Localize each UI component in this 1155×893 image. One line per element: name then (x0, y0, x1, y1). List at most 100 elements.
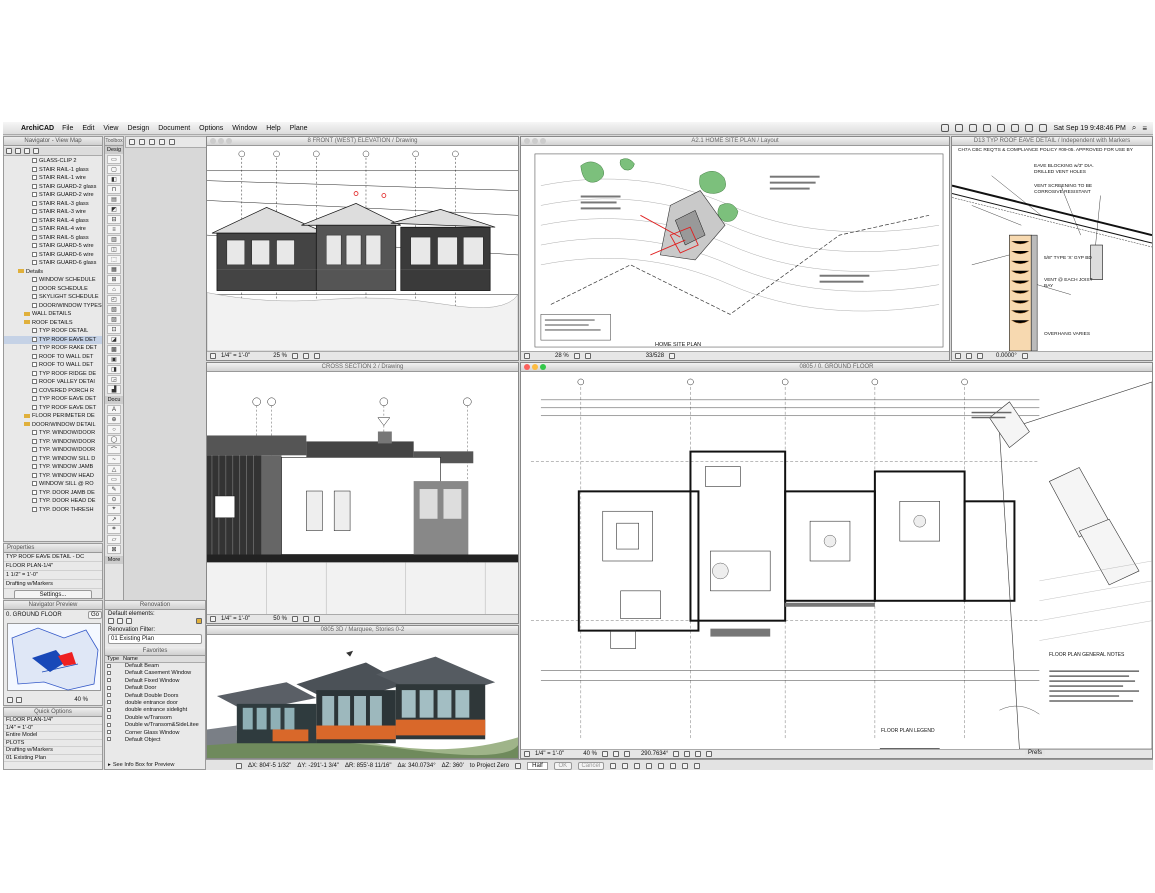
time-machine-icon[interactable] (983, 124, 992, 132)
section-drawing[interactable] (207, 372, 518, 614)
publisher-icon[interactable] (33, 148, 39, 154)
properties-row[interactable]: FLOOR PLAN-1/4" (4, 562, 102, 571)
pen-set-icon[interactable] (684, 751, 691, 757)
renovation-filter-select[interactable]: 01 Existing Plan (108, 634, 202, 644)
menu-plane[interactable]: Plane (290, 125, 308, 132)
navigator-folder[interactable]: WALL DETAILS (4, 310, 102, 319)
quick-option[interactable]: FLOOR PLAN-1/4" (4, 717, 102, 725)
tool-icon[interactable]: ▢ (107, 165, 121, 174)
navigator-item[interactable]: TYP. WINDOW/DOOR (4, 429, 102, 438)
properties-row[interactable]: 1 1/2" = 1'-0" (4, 571, 102, 580)
tool-icon[interactable]: ▦ (107, 265, 121, 274)
dimension-icon[interactable] (706, 751, 713, 757)
fit-window-icon[interactable] (313, 616, 320, 622)
tool-icon[interactable]: ≡ (107, 225, 121, 234)
navigator-folder[interactable]: FLOOR PERIMETER DE (4, 412, 102, 421)
document-tab[interactable]: Docu (105, 396, 123, 404)
section-scale[interactable]: 1/4" = 1'-0" (221, 616, 250, 622)
tool-icon[interactable]: ◫ (107, 245, 121, 254)
mouse-constraint-icon[interactable] (515, 762, 522, 769)
design-tab[interactable]: Desig (105, 146, 123, 154)
pointer-icon[interactable] (129, 139, 135, 145)
section-zoom[interactable]: 50 % (273, 616, 287, 622)
folder-icon[interactable] (196, 618, 202, 624)
tool-icon[interactable]: ↗ (107, 515, 121, 524)
navigator-item[interactable]: TYP ROOF RAKE DET (4, 344, 102, 353)
next-page-icon[interactable] (669, 353, 676, 359)
settings-button[interactable]: Settings... (14, 590, 92, 598)
menu-window[interactable]: Window (232, 125, 257, 132)
menu-document[interactable]: Document (158, 125, 190, 132)
navigator-item[interactable]: TYP ROOF EAVE DET (4, 404, 102, 413)
zoom-out-icon[interactable] (584, 353, 591, 359)
navigator-item[interactable]: TYP ROOF RIDGE DE (4, 370, 102, 379)
plane-select[interactable]: Half (527, 761, 548, 770)
favorite-item[interactable]: Default Fixed Window (105, 678, 205, 685)
eave-angle[interactable]: 0.0000° (996, 353, 1017, 359)
tool-icon[interactable] (645, 762, 652, 769)
zoom-out-icon[interactable] (302, 353, 309, 359)
tool-icon[interactable]: ⊓ (107, 185, 121, 194)
tool-icon[interactable]: ✎ (107, 485, 121, 494)
tool-icon[interactable]: ⊞ (107, 275, 121, 284)
coord-dr[interactable]: ΔR: 855'-8 11/16" (345, 763, 392, 769)
navigator-item[interactable]: STAIR RAIL-3 glass (4, 200, 102, 209)
cancel-button[interactable]: Cancel (577, 761, 604, 770)
tool-icon[interactable]: ⊠ (107, 545, 121, 554)
eave-detail-window[interactable]: D13 TYP ROOF EAVE DETAIL / Independent w… (951, 136, 1153, 361)
navigator-item[interactable]: STAIR RAIL-1 wire (4, 174, 102, 183)
undo-zoom-icon[interactable] (524, 751, 530, 757)
tool-icon[interactable]: ◯ (107, 435, 121, 444)
favorite-item[interactable]: Default Beam (105, 663, 205, 670)
quick-option[interactable]: Entire Model (4, 732, 102, 740)
clock[interactable]: Sat Sep 19 9:48:46 PM (1053, 125, 1125, 132)
properties-row[interactable]: TYP ROOF EAVE DETAIL - DC (4, 553, 102, 562)
favorite-item[interactable]: double entrance sidelight (105, 707, 205, 714)
tool-icon[interactable]: ⊟ (107, 215, 121, 224)
navigator-item[interactable]: WINDOW SILL @ RO (4, 480, 102, 489)
favorite-item[interactable]: Default Casement Window (105, 670, 205, 677)
zoom-in-icon[interactable] (291, 353, 298, 359)
view-map-icon[interactable] (15, 148, 21, 154)
project-map-icon[interactable] (6, 148, 12, 154)
tool-icon[interactable]: ▧ (107, 305, 121, 314)
elevation-drawing[interactable] (207, 146, 518, 351)
tool-icon[interactable]: ◲ (107, 375, 121, 384)
cloud-icon[interactable] (941, 124, 950, 132)
tool-icon[interactable]: ◰ (107, 295, 121, 304)
navigator-item[interactable]: STAIR GUARD-5 wire (4, 242, 102, 251)
navigator-item[interactable]: TYP. WINDOW SILL D (4, 455, 102, 464)
tool-icon[interactable]: ⊡ (107, 325, 121, 334)
tool-icon[interactable]: ⌗ (107, 525, 121, 534)
zoom-out-icon[interactable] (7, 697, 13, 703)
navigator-item[interactable]: STAIR GUARD-2 wire (4, 191, 102, 200)
tool-icon[interactable] (633, 762, 640, 769)
menu-help[interactable]: Help (266, 125, 280, 132)
more-tab[interactable]: More (105, 556, 123, 564)
fit-window-icon[interactable] (1021, 353, 1028, 359)
undo-zoom-icon[interactable] (210, 616, 216, 622)
marquee-icon[interactable] (139, 139, 145, 145)
navigator-folder[interactable]: DOOR/WINDOW DETAIL (4, 421, 102, 430)
demolish-icon[interactable] (117, 618, 123, 624)
story-label[interactable]: 0. GROUND FLOOR (6, 612, 85, 618)
section-window[interactable]: CROSS SECTION 2 / Drawing 1/4" = 1'-0" 5… (206, 362, 519, 624)
wifi-icon[interactable] (1011, 124, 1020, 132)
quick-option[interactable]: PLOTS (4, 740, 102, 747)
tool-icon[interactable]: ◨ (107, 365, 121, 374)
menu-file[interactable]: File (62, 125, 73, 132)
navigator-item[interactable]: GLASS-CLIP 2 (4, 157, 102, 166)
menu-design[interactable]: Design (127, 125, 149, 132)
zoom-out-icon[interactable] (977, 353, 983, 359)
menu-edit[interactable]: Edit (82, 125, 94, 132)
go-button[interactable]: Go (88, 611, 102, 619)
navigator-item[interactable]: ROOF VALLEY DETAI (4, 378, 102, 387)
navigator-item[interactable]: STAIR RAIL-3 wire (4, 208, 102, 217)
navigator-item[interactable]: TYP. WINDOW HEAD (4, 472, 102, 481)
tool-icon[interactable]: ▥ (107, 235, 121, 244)
navigator-item[interactable]: ROOF TO WALL DET (4, 353, 102, 362)
app-menu[interactable]: ArchiCAD (21, 125, 54, 132)
geometry-method-icon[interactable] (149, 139, 155, 145)
navigator-item[interactable]: ROOF TO WALL DET (4, 361, 102, 370)
navigator-folder[interactable]: Details (4, 268, 102, 277)
